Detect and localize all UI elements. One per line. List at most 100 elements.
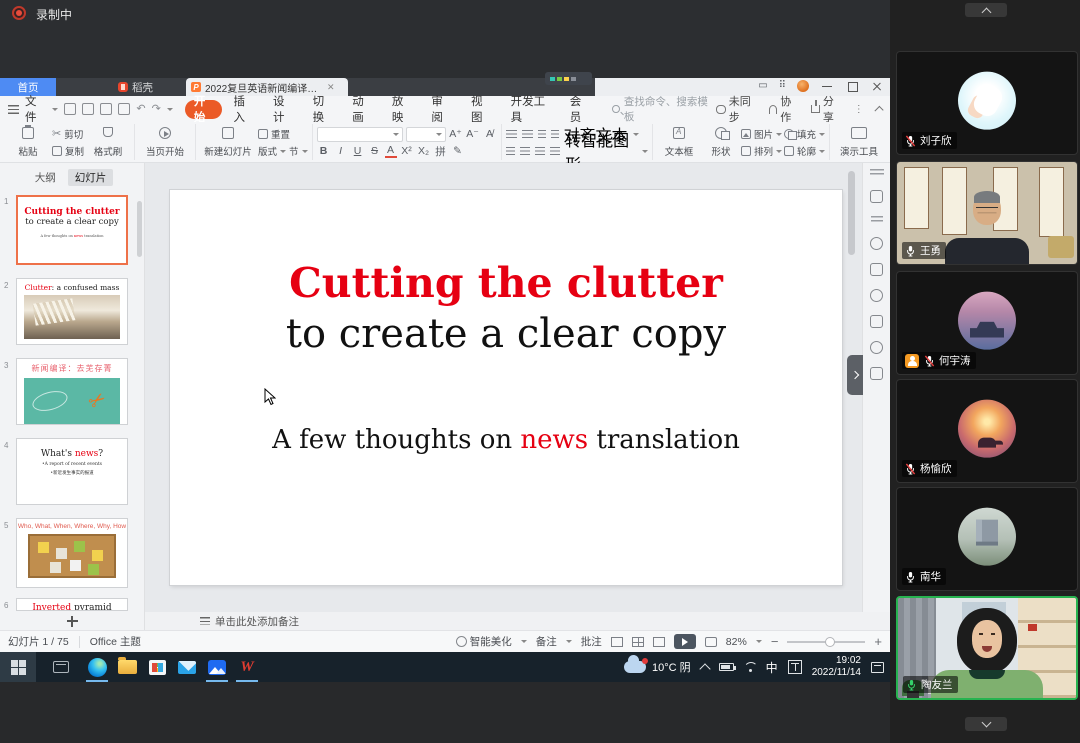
menu-devtools[interactable]: 开发工具 <box>502 100 559 119</box>
format-painter-button[interactable]: 格式刷 <box>86 124 130 160</box>
slide-canvas[interactable]: Cutting the clutter to create a clear co… <box>145 163 862 612</box>
bold-button[interactable]: B <box>317 145 331 157</box>
justify-button[interactable] <box>550 147 560 156</box>
tab-close-icon[interactable]: ✕ <box>327 82 335 93</box>
highlight-button[interactable]: ✎ <box>451 145 465 157</box>
bullets-button[interactable] <box>506 130 517 139</box>
single-page-view-icon[interactable]: ▭ <box>758 81 767 91</box>
thumbnail-scrollbar[interactable] <box>137 201 142 257</box>
account-avatar[interactable] <box>797 80 809 92</box>
battery-icon[interactable] <box>719 663 734 671</box>
meeting-panel-handle[interactable] <box>847 355 863 395</box>
smart-beautify-button[interactable]: 智能美化 <box>456 634 512 649</box>
tab-outline[interactable]: 大纲 <box>31 169 60 186</box>
clear-format-button[interactable]: A̸ <box>483 128 497 140</box>
cut-button[interactable]: ✂ 剪切 <box>52 127 84 141</box>
new-tab-button[interactable] <box>356 81 368 93</box>
hamburger-menu-icon[interactable] <box>8 105 19 114</box>
slide-thumb-5[interactable]: Who, What, When, Where, Why, How <box>16 518 128 588</box>
add-slide-area[interactable] <box>0 612 145 630</box>
layers-icon[interactable] <box>870 263 883 276</box>
menu-start[interactable]: 开始 <box>185 100 223 119</box>
participant-tile[interactable]: 杨愉欣 <box>896 379 1078 483</box>
decrease-font-button[interactable]: A⁻ <box>466 128 480 140</box>
font-size-select[interactable] <box>406 127 446 142</box>
subscript-button[interactable]: X₂ <box>417 145 431 157</box>
print-icon[interactable] <box>100 103 112 115</box>
more-options-icon[interactable]: ⋮ <box>854 104 864 115</box>
tab-slides[interactable]: 幻灯片 <box>68 169 114 186</box>
menu-design[interactable]: 设计 <box>264 100 302 119</box>
collaborate-button[interactable]: 协作 <box>769 93 799 125</box>
reading-view-icon[interactable] <box>653 637 665 647</box>
notes-bar[interactable]: 单击此处添加备注 <box>145 612 890 630</box>
font-name-select[interactable] <box>317 127 403 142</box>
fit-slide-icon[interactable] <box>705 637 717 647</box>
panel-drag-icon[interactable] <box>870 169 884 177</box>
sync-status[interactable]: 未同步 <box>716 93 757 125</box>
tray-expand-icon[interactable] <box>699 663 710 674</box>
participant-tile[interactable]: 王勇 <box>896 161 1078 265</box>
picture-button[interactable]: 图片 <box>741 127 782 141</box>
zoom-slider-knob[interactable] <box>825 637 835 647</box>
action-center-icon[interactable] <box>871 662 884 673</box>
participant-tile[interactable]: 南华 <box>896 487 1078 591</box>
zoom-level[interactable]: 82% <box>726 636 747 648</box>
ime-mode-icon[interactable] <box>788 660 802 674</box>
output-icon[interactable] <box>82 103 94 115</box>
slide-thumb-6[interactable]: Inverted pyramid <box>16 598 128 611</box>
zoom-out-button[interactable]: − <box>771 635 779 648</box>
participant-tile[interactable]: 刘子欣 <box>896 51 1078 155</box>
close-button[interactable] <box>870 81 884 92</box>
superscript-button[interactable]: X² <box>400 145 414 157</box>
new-slide-button[interactable]: 新建幻灯片 <box>200 124 256 160</box>
phonetic-button[interactable]: 拼 <box>434 144 448 159</box>
minimize-button[interactable] <box>820 81 834 92</box>
scroll-down-button[interactable] <box>965 717 1007 731</box>
underline-button[interactable]: U <box>351 145 365 157</box>
slideshow-play-button[interactable] <box>674 634 696 649</box>
taskbar-mail[interactable] <box>172 652 202 682</box>
image-tools-icon[interactable] <box>870 315 883 328</box>
canvas-scrollbar[interactable] <box>848 171 855 255</box>
presentation-tools-button[interactable]: 演示工具 <box>834 124 884 160</box>
play-from-current-button[interactable]: 当页开始 <box>139 124 191 160</box>
participant-tile-speaking[interactable]: 陶友兰 <box>896 596 1078 700</box>
copy-button[interactable]: 复制 <box>52 144 84 158</box>
normal-view-icon[interactable] <box>611 637 623 647</box>
collapse-ribbon-icon[interactable] <box>874 106 883 115</box>
ime-language[interactable]: 中 <box>766 659 778 676</box>
maximize-button[interactable] <box>845 81 859 92</box>
add-slide-icon[interactable] <box>66 615 79 628</box>
task-view-button[interactable] <box>46 652 76 682</box>
comments-button[interactable]: 批注 <box>581 634 602 649</box>
grid-view-icon[interactable]: ⠿ <box>779 81 786 91</box>
italic-button[interactable]: I <box>334 145 348 157</box>
zoom-slider[interactable] <box>787 641 865 643</box>
save-icon[interactable] <box>64 103 76 115</box>
paste-button[interactable]: 粘贴 <box>6 124 50 160</box>
increase-font-button[interactable]: A⁺ <box>449 128 463 140</box>
increase-indent-button[interactable] <box>551 130 559 139</box>
print-preview-icon[interactable] <box>118 103 130 115</box>
navigation-icon[interactable] <box>870 341 883 354</box>
undo-icon[interactable]: ↶ <box>136 103 145 115</box>
redo-icon[interactable]: ↷ <box>152 103 161 115</box>
weather-widget[interactable]: 10°C 阴 <box>624 659 691 675</box>
align-left-button[interactable] <box>506 147 516 156</box>
menu-slideshow[interactable]: 放映 <box>383 100 421 119</box>
participant-tile[interactable]: 何宇涛 <box>896 271 1078 375</box>
help-icon[interactable] <box>870 289 883 302</box>
scroll-up-button[interactable] <box>965 3 1007 17</box>
decrease-indent-button[interactable] <box>538 130 546 139</box>
file-menu[interactable]: 文件 <box>25 93 46 125</box>
shapes-button[interactable]: 形状 <box>703 124 739 160</box>
font-color-button[interactable]: A <box>385 144 397 158</box>
taskbar-edge[interactable] <box>82 652 112 682</box>
slide-thumb-4[interactable]: What's news? •A report of recent events … <box>16 438 128 505</box>
menu-member[interactable]: 会员 <box>561 100 599 119</box>
strikethrough-button[interactable]: S <box>368 145 382 157</box>
network-icon[interactable] <box>744 662 756 672</box>
arrange-button[interactable]: 排列 <box>741 144 782 158</box>
effects-icon[interactable] <box>870 237 883 250</box>
